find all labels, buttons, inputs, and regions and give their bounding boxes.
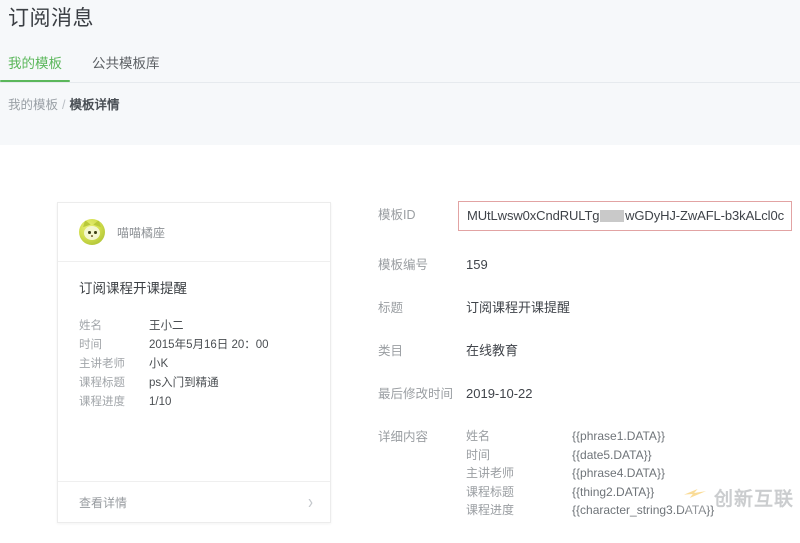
field-label-template-id: 模板ID — [378, 208, 416, 222]
preview-row-key: 课程标题 — [79, 377, 125, 389]
detail-content-row: 主讲老师 {{phrase4.DATA}} — [466, 464, 714, 483]
field-category: 类目 在线教育 — [378, 341, 798, 361]
preview-row: 主讲老师 小K — [79, 356, 309, 373]
preview-row-value: 1/10 — [149, 396, 172, 408]
detail-content-row: 姓名 {{phrase1.DATA}} — [466, 427, 714, 446]
breadcrumb-separator: / — [62, 98, 66, 112]
detail-content-row: 时间 {{date5.DATA}} — [466, 446, 714, 465]
field-label-detail-content: 详细内容 — [378, 430, 429, 444]
preview-row: 课程进度 1/10 — [79, 394, 309, 411]
page-title: 订阅消息 — [8, 7, 94, 30]
template-id-suffix: wGDyHJ-ZwAFL-b3kALcl0c — [625, 208, 784, 223]
field-label-category: 类目 — [378, 344, 404, 358]
detail-content-value: {{thing2.DATA}} — [572, 484, 655, 499]
cat-avatar-icon — [79, 219, 105, 245]
detail-content-key: 时间 — [466, 447, 491, 462]
detail-content-key: 课程进度 — [466, 503, 515, 517]
detail-content-key: 主讲老师 — [466, 466, 515, 480]
account-name: 喵喵橘座 — [117, 225, 166, 240]
view-detail-button[interactable]: 查看详情 › — [58, 481, 330, 522]
detail-content-value: {{date5.DATA}} — [572, 447, 652, 462]
template-id-prefix: MUtLwsw0xCndRULTg — [467, 208, 600, 223]
preview-row-key: 姓名 — [79, 320, 102, 332]
breadcrumb: 我的模板 / 模板详情 — [8, 96, 120, 114]
preview-row: 时间 2015年5月16日 20：00 — [79, 337, 309, 354]
preview-account-row: 喵喵橘座 — [58, 203, 330, 262]
field-label-template-number: 模板编号 — [378, 258, 429, 272]
detail-content-row: 课程标题 {{thing2.DATA}} — [466, 483, 714, 502]
preview-title: 订阅课程开课提醒 — [79, 281, 187, 296]
field-template-number: 模板编号 159 — [378, 255, 798, 275]
page-header: 订阅消息 我的模板 公共模板库 我的模板 / 模板详情 — [0, 0, 800, 145]
template-preview-card: 喵喵橘座 订阅课程开课提醒 姓名 王小二 时间 2015年5月16日 20：00… — [57, 202, 331, 523]
preview-row-value: 小K — [149, 358, 169, 370]
tab-divider — [0, 82, 800, 83]
field-value-template-number: 159 — [466, 257, 488, 272]
field-title: 标题 订阅课程开课提醒 — [378, 298, 798, 318]
preview-card-body: 订阅课程开课提醒 姓名 王小二 时间 2015年5月16日 20：00 主讲老师… — [58, 262, 330, 482]
preview-row-key: 时间 — [79, 339, 102, 351]
field-value-title: 订阅课程开课提醒 — [466, 300, 571, 315]
detail-content-value: {{phrase1.DATA}} — [572, 429, 665, 443]
field-label-last-modified: 最后修改时间 — [378, 387, 454, 401]
preview-row-value: ps入门到精通 — [149, 377, 219, 389]
field-detail-content: 详细内容 姓名 {{phrase1.DATA}} 时间 {{date5.DATA… — [378, 427, 798, 520]
field-label-title: 标题 — [378, 301, 404, 315]
template-detail-fields: 模板ID MUtLwsw0xCndRULTg wGDyHJ-ZwAFL-b3kAL… — [378, 201, 798, 543]
breadcrumb-item-template-detail: 模板详情 — [69, 98, 120, 112]
preview-row: 姓名 王小二 — [79, 318, 309, 335]
preview-row-value: 王小二 — [149, 320, 184, 332]
breadcrumb-item-my-templates[interactable]: 我的模板 — [8, 98, 58, 112]
field-template-id: 模板ID MUtLwsw0xCndRULTg wGDyHJ-ZwAFL-b3kAL… — [378, 201, 798, 231]
detail-content-value: {{character_string3.DATA}} — [572, 503, 715, 517]
tab-bar: 我的模板 公共模板库 — [0, 54, 162, 82]
field-value-last-modified: 2019-10-22 — [466, 386, 533, 401]
preview-row-value: 2015年5月16日 20：00 — [149, 339, 269, 351]
detail-content-list: 姓名 {{phrase1.DATA}} 时间 {{date5.DATA}} 主讲… — [466, 427, 714, 520]
redaction-block — [600, 210, 625, 222]
detail-content-row: 课程进度 {{character_string3.DATA}} — [466, 501, 714, 520]
chevron-right-icon: › — [308, 490, 313, 514]
detail-content-key: 姓名 — [466, 429, 491, 443]
field-value-category: 在线教育 — [466, 343, 519, 358]
detail-content-key: 课程标题 — [466, 484, 515, 499]
tab-my-templates[interactable]: 我的模板 — [0, 54, 70, 82]
preview-row: 课程标题 ps入门到精通 — [79, 375, 309, 392]
preview-row-key: 主讲老师 — [79, 358, 125, 370]
preview-field-list: 姓名 王小二 时间 2015年5月16日 20：00 主讲老师 小K 课程标题 … — [79, 318, 309, 411]
template-id-highlight-box[interactable]: MUtLwsw0xCndRULTg wGDyHJ-ZwAFL-b3kALcl0c — [458, 201, 792, 231]
tab-public-template-library[interactable]: 公共模板库 — [90, 54, 162, 82]
page-root: 订阅消息 我的模板 公共模板库 我的模板 / 模板详情 喵喵橘座 订阅课程开课提… — [0, 0, 800, 536]
field-last-modified: 最后修改时间 2019-10-22 — [378, 384, 798, 404]
preview-row-key: 课程进度 — [79, 396, 125, 408]
view-detail-label: 查看详情 — [79, 495, 128, 510]
content-area: 喵喵橘座 订阅课程开课提醒 姓名 王小二 时间 2015年5月16日 20：00… — [0, 145, 800, 536]
detail-content-value: {{phrase4.DATA}} — [572, 466, 665, 480]
